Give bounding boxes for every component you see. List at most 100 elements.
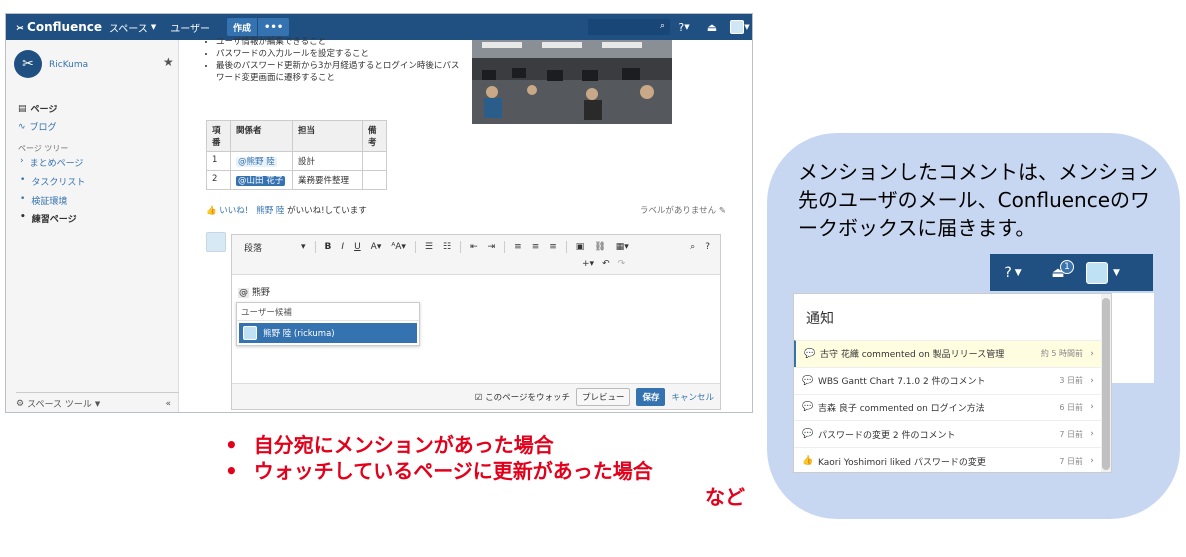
collapse-sidebar-icon[interactable]: « — [165, 399, 179, 409]
chevron-down-icon[interactable]: ▼ — [1113, 268, 1120, 278]
tree-item-summary[interactable]: › まとめページ — [20, 156, 83, 169]
space-name-link[interactable]: RicKuma — [49, 60, 88, 70]
star-icon[interactable]: ★ — [163, 55, 174, 69]
preview-button[interactable]: プレビュー — [575, 387, 631, 406]
pages-icon: ▤ — [18, 103, 27, 114]
bell-icon: ⏏ — [706, 20, 718, 34]
sidebar-item-label: ブログ — [29, 123, 57, 133]
scrollbar[interactable] — [1101, 294, 1111, 472]
spaces-menu[interactable]: スペース ▼ — [102, 20, 163, 35]
notification-list: 💬 古守 花織 commented on 製品リリース管理 約 5 時間前 › … — [794, 340, 1101, 472]
table-cell: @熊野 陸 — [230, 151, 293, 171]
list-item: ユーザ情報が編集できること — [216, 36, 466, 48]
search-input[interactable]: ⌕ — [588, 19, 670, 35]
create-button[interactable]: 作成 — [227, 18, 258, 36]
suggestion-item[interactable]: 熊野 陸 (rickuma) — [239, 323, 417, 343]
align-right-button[interactable]: ≡ — [544, 242, 562, 252]
space-sidebar: ✂ RicKuma ★ ▤ ページ ∿ ブログ ページ ツリー › まとめページ • タ… — [6, 40, 179, 412]
like-bar: 👍 いいね! 熊野 陸 がいいね!しています ラベルがありません ✎ — [206, 204, 726, 216]
list-item[interactable]: 👍 Kaori Yoshimori liked パスワードの変更 7 日前 › — [794, 447, 1101, 472]
panel-backdrop — [1112, 293, 1154, 383]
sidebar-item-blog[interactable]: ∿ ブログ — [18, 120, 57, 134]
sidebar-item-pages[interactable]: ▤ ページ — [18, 102, 57, 116]
editor-footer: ☑ このページをウォッチ プレビュー 保存 キャンセル — [232, 383, 720, 409]
chevron-down-icon: ▼ — [150, 23, 157, 31]
comment-icon: 💬 — [804, 348, 816, 359]
confluence-logo[interactable]: Confluence — [6, 20, 102, 34]
tree-item-practice[interactable]: • 練習ページ — [20, 212, 77, 225]
table-row: 1 @熊野 陸 設計 — [206, 151, 387, 171]
search-icon[interactable]: ⌕ — [685, 242, 700, 252]
mention-trigger: @ — [238, 288, 249, 298]
toolbar-divider — [460, 241, 462, 253]
text-color-button[interactable]: A▾ — [366, 242, 387, 252]
chevron-down-icon[interactable]: ▾ — [296, 242, 311, 252]
column-header: 項番 — [206, 120, 231, 152]
notifications-button[interactable]: ⏏ 1 — [1036, 259, 1080, 281]
chevron-right-icon: › — [1090, 375, 1094, 386]
notification-time: 3 日前 — [1059, 376, 1083, 386]
liked-by-user-link[interactable]: 熊野 陸 — [256, 206, 284, 216]
suggestion-label: 熊野 陸 (rickuma) — [263, 329, 335, 339]
outdent-button[interactable]: ⇤ — [465, 242, 483, 252]
toolbar-divider — [565, 241, 567, 253]
more-create-button[interactable]: ••• — [258, 18, 290, 36]
list-item[interactable]: 💬 古守 花織 commented on 製品リリース管理 約 5 時間前 › — [794, 340, 1101, 367]
checkbox-icon: ☑ — [474, 392, 483, 403]
users-label: ユーザー — [170, 23, 211, 35]
chevron-right-icon: › — [1090, 456, 1094, 467]
indent-button[interactable]: ⇥ — [483, 242, 501, 252]
help-menu[interactable]: ? ▼ — [670, 21, 698, 34]
comment-editor[interactable]: 段落 ▾ B I U A▾ ᴬA▾ ☰ ☷ ⇤ ⇥ ≡ ≡ ≡ ▣ ⛓ ▦▾ ⌕… — [231, 234, 721, 410]
paragraph-style-select[interactable]: 段落 — [232, 241, 296, 254]
list-item[interactable]: 💬 WBS Gantt Chart 7.1.0 2 件のコメント 3 日前 › — [794, 366, 1101, 394]
insert-more-button[interactable]: +▾ — [582, 259, 594, 269]
undo-icon[interactable]: ↶ — [602, 259, 610, 269]
space-avatar[interactable]: ✂ — [14, 50, 42, 78]
user-mention-link[interactable]: @山田 花子 — [236, 176, 286, 186]
confluence-logo-icon — [16, 24, 24, 30]
panel-title: 通知 — [806, 311, 834, 327]
cancel-button[interactable]: キャンセル — [671, 391, 714, 403]
link-icon[interactable]: ⛓ — [589, 242, 610, 252]
watch-checkbox[interactable]: ☑ このページをウォッチ — [475, 391, 570, 403]
bullet-list-button[interactable]: ☰ — [420, 242, 438, 252]
notifications-button[interactable]: ⏏ — [698, 21, 726, 34]
save-button[interactable]: 保存 — [636, 387, 666, 406]
notification-time: 7 日前 — [1059, 429, 1083, 439]
more-format-button[interactable]: ᴬA▾ — [386, 242, 411, 252]
align-center-button[interactable]: ≡ — [527, 242, 545, 252]
align-left-button[interactable]: ≡ — [509, 242, 527, 252]
help-menu[interactable]: ? ▼ — [990, 265, 1036, 281]
like-button[interactable]: 👍 いいね! — [206, 204, 248, 216]
chevron-right-icon: › — [20, 156, 24, 166]
redo-icon[interactable]: ↷ — [618, 259, 626, 269]
tree-item-tasks[interactable]: • タスクリスト — [20, 175, 85, 188]
comment-text[interactable]: @ 熊野 — [238, 285, 270, 298]
notification-text: WBS Gantt Chart 7.1.0 2 件のコメント — [818, 377, 986, 388]
bullet-icon: • — [20, 175, 26, 185]
help-icon[interactable]: ? — [700, 242, 720, 252]
list-item[interactable]: 💬 吉森 良子 commented on ログイン方法 6 日前 › — [794, 393, 1101, 421]
avatar[interactable] — [1086, 261, 1108, 284]
image-icon[interactable]: ▣ — [571, 242, 590, 252]
confluence-window: Confluence スペース ▼ ユーザー 作成 ••• ⌕ ? ▼ ⏏ ▼ ✂ … — [5, 13, 753, 413]
table-cell — [362, 151, 387, 171]
user-mention-link[interactable]: @熊野 陸 — [236, 157, 277, 167]
list-item[interactable]: 💬 パスワードの変更 2 件のコメント 7 日前 › — [794, 420, 1101, 447]
toolbar-divider — [414, 241, 416, 253]
users-menu[interactable]: ユーザー — [163, 20, 217, 35]
user-menu[interactable]: ▼ — [726, 20, 752, 34]
table-header-row: 項番 関係者 担当 備考 — [206, 120, 387, 152]
italic-button[interactable]: I — [336, 242, 349, 252]
typed-mention-text: 熊野 — [251, 288, 270, 298]
numbered-list-button[interactable]: ☷ — [438, 242, 456, 252]
underline-button[interactable]: U — [349, 242, 366, 252]
scrollbar-thumb[interactable] — [1102, 298, 1110, 470]
table-button[interactable]: ▦▾ — [611, 242, 634, 252]
notification-text: 吉森 良子 commented on ログイン方法 — [818, 403, 985, 414]
bold-button[interactable]: B — [320, 242, 337, 252]
tree-item-test-env[interactable]: • 検証環境 — [20, 194, 67, 207]
space-tools-menu[interactable]: ⚙ スペース ツール ▼ « — [16, 392, 179, 412]
labels-area[interactable]: ラベルがありません ✎ — [640, 204, 726, 216]
